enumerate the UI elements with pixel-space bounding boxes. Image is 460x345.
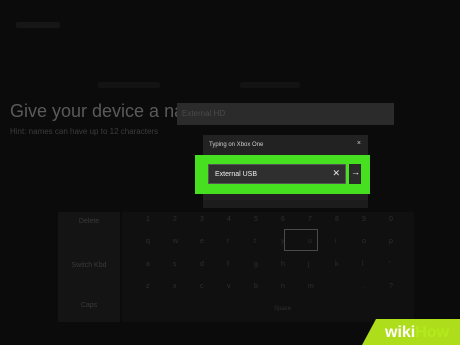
keyboard-key[interactable]: q: [146, 238, 150, 245]
text-input-value: External USB: [215, 171, 258, 178]
submit-button[interactable]: →: [349, 164, 361, 184]
keyboard-key[interactable]: o: [362, 238, 366, 245]
dialog-footer: [203, 200, 368, 208]
keyboard-key[interactable]: c: [200, 283, 204, 290]
keyboard-key[interactable]: t: [254, 238, 256, 245]
keyboard-key[interactable]: ?: [389, 283, 393, 290]
wikihow-logo: wikiHow: [385, 324, 449, 342]
app-header-faint: [16, 22, 60, 28]
keyboard-key[interactable]: e: [200, 238, 204, 245]
keyboard-key[interactable]: x: [173, 283, 177, 290]
keyboard-key[interactable]: u: [308, 238, 312, 245]
keyboard-key[interactable]: .: [362, 283, 364, 290]
wikihow-watermark: wikiHow: [362, 319, 460, 345]
keyboard-key[interactable]: f: [227, 261, 229, 268]
keyboard-key[interactable]: g: [254, 261, 258, 268]
keyboard-key[interactable]: 4: [227, 216, 231, 223]
keyboard-key[interactable]: b: [254, 283, 258, 290]
keyboard-key[interactable]: 3: [200, 216, 204, 223]
keyboard-key[interactable]: 9: [362, 216, 366, 223]
keyboard-key[interactable]: j: [308, 261, 310, 268]
keyboard-key[interactable]: h: [281, 261, 285, 268]
keyboard-key[interactable]: s: [173, 261, 177, 268]
keyboard-key[interactable]: ': [389, 261, 390, 268]
on-screen-keyboard: [122, 212, 414, 322]
keyboard-key[interactable]: r: [227, 238, 229, 245]
keyboard-key[interactable]: z: [146, 283, 150, 290]
keyboard-key[interactable]: 0: [389, 216, 393, 223]
keyboard-key[interactable]: i: [335, 238, 337, 245]
keyboard-key[interactable]: 5: [254, 216, 258, 223]
keyboard-side-panel: Delete Switch Kbd Caps: [58, 212, 120, 322]
arrow-right-icon: →: [351, 167, 360, 177]
keyboard-key[interactable]: n: [281, 283, 285, 290]
faint-tab-2: [240, 82, 300, 88]
space-key[interactable]: Space: [274, 306, 291, 312]
faint-tab-1: [98, 82, 160, 88]
keyboard-key[interactable]: 1: [146, 216, 150, 223]
keyboard-key[interactable]: y: [281, 238, 285, 245]
device-name-field[interactable]: External HD: [177, 103, 394, 125]
switch-keyboard-key[interactable]: Switch Kbd: [58, 262, 120, 269]
keyboard-key[interactable]: 8: [335, 216, 339, 223]
selected-key-outline: [284, 229, 318, 251]
keyboard-key[interactable]: m: [308, 283, 314, 290]
keyboard-key[interactable]: 2: [173, 216, 177, 223]
delete-key[interactable]: Delete: [58, 218, 120, 225]
dialog-title: Typing on Xbox One: [209, 142, 264, 148]
keyboard-key[interactable]: w: [173, 238, 178, 245]
keyboard-key[interactable]: k: [335, 261, 339, 268]
text-input[interactable]: External USB ✕: [208, 164, 346, 184]
wikihow-logo-wiki: wiki: [385, 324, 416, 341]
close-icon[interactable]: ×: [357, 140, 361, 147]
keyboard-key[interactable]: d: [200, 261, 204, 268]
keyboard-key[interactable]: v: [227, 283, 231, 290]
keyboard-key[interactable]: a: [146, 261, 150, 268]
keyboard-key[interactable]: 7: [308, 216, 312, 223]
caps-key[interactable]: Caps: [58, 302, 120, 309]
hint-text: Hint: names can have up to 12 characters: [10, 127, 159, 136]
keyboard-key[interactable]: p: [389, 238, 393, 245]
keyboard-key[interactable]: ,: [335, 283, 337, 290]
wikihow-logo-how: How: [415, 324, 450, 341]
clear-icon[interactable]: ✕: [332, 169, 340, 178]
device-name-placeholder: External HD: [182, 109, 226, 118]
keyboard-key[interactable]: l: [362, 261, 364, 268]
keyboard-key[interactable]: 6: [281, 216, 285, 223]
